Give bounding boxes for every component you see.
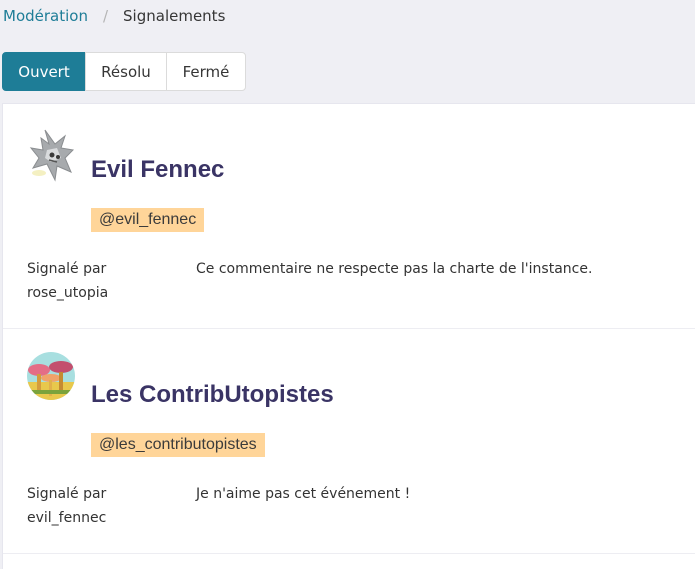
profile-handle: @les_contributopistes <box>91 433 265 457</box>
fennec-avatar-icon[interactable] <box>27 128 75 182</box>
breadcrumb-moderation-link[interactable]: Modération <box>3 7 88 25</box>
report-card[interactable]: Les ContribUtopistes @les_contributopist… <box>3 329 695 554</box>
report-comment: Je n'aime pas cet événement ! <box>196 486 411 502</box>
profile-handle: @evil_fennec <box>91 208 205 232</box>
profile-display-name[interactable]: Les ContribUtopistes <box>91 381 334 409</box>
reported-by: Signalé par rose_utopia <box>27 257 157 305</box>
report-card[interactable]: Evil Fennec @evil_fennec Signalé par ros… <box>3 104 695 329</box>
reported-by-label: Signalé par <box>27 486 107 502</box>
reporter-name[interactable]: rose_utopia <box>27 281 157 305</box>
tab-closed[interactable]: Fermé <box>166 52 246 91</box>
mushroom-avatar-icon[interactable] <box>27 352 75 400</box>
report-status-tabs: Ouvert Résolu Fermé <box>2 52 246 91</box>
report-comment: Ce commentaire ne respecte pas la charte… <box>196 261 593 277</box>
breadcrumb-separator: / <box>102 7 109 25</box>
breadcrumb-current: Signalements <box>123 7 226 25</box>
breadcrumb: Modération / Signalements <box>3 6 225 26</box>
tab-open[interactable]: Ouvert <box>2 52 86 91</box>
reporter-name[interactable]: evil_fennec <box>27 506 157 530</box>
profile-display-name[interactable]: Evil Fennec <box>91 156 224 184</box>
tab-resolved[interactable]: Résolu <box>85 52 167 91</box>
reported-by: Signalé par evil_fennec <box>27 482 157 530</box>
reports-panel: Evil Fennec @evil_fennec Signalé par ros… <box>2 103 695 569</box>
reported-by-label: Signalé par <box>27 261 107 277</box>
